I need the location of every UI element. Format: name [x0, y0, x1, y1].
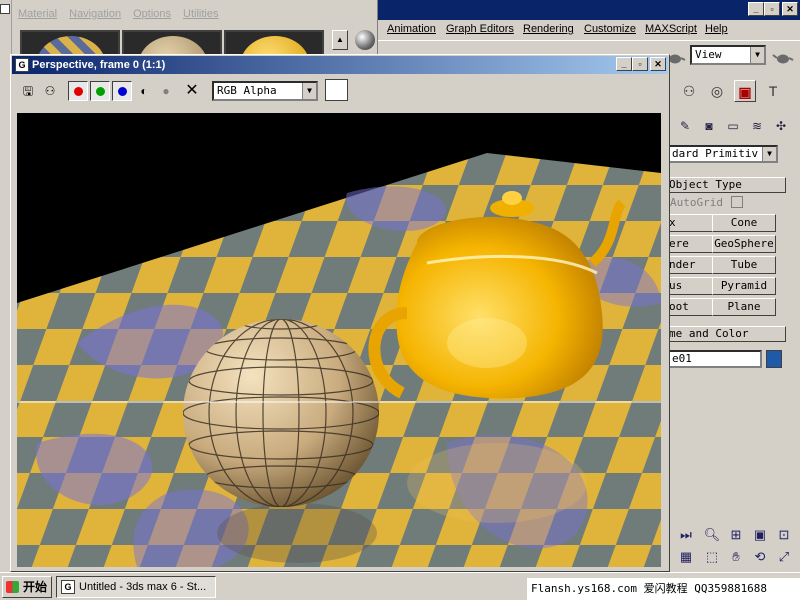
chevron-down-icon: ▼ — [750, 47, 764, 63]
menu-help[interactable]: Help — [705, 23, 728, 35]
material-slots — [20, 30, 324, 56]
slot-scroll-up-button[interactable]: ▲ — [332, 30, 348, 50]
menu-graph-editors[interactable]: Graph Editors — [446, 23, 514, 35]
menu-rendering[interactable]: Rendering — [523, 23, 574, 35]
autogrid-label: AutoGrid — [670, 196, 723, 209]
watermark-text: Flansh.ys168.com 爱闪教程 QQ359881688 — [527, 578, 800, 600]
render-window-titlebar: G Perspective, frame 0 (1:1) _ ▫ ✕ — [12, 56, 668, 74]
cameras-icon[interactable]: ◙ — [700, 118, 718, 134]
monochrome-icon[interactable]: ● — [158, 83, 174, 99]
geosphere-button[interactable]: GeoSphere — [712, 235, 776, 253]
zoom-extents-all-icon[interactable]: ⊡ — [774, 526, 794, 544]
blue-channel-button[interactable] — [112, 81, 132, 101]
green-dot-icon — [96, 87, 105, 96]
render-window-toolbar: 🖫︎ ⚇ ◐ ● ✕ RGB Alpha ▼ — [12, 75, 668, 105]
name-color-rollout-header[interactable]: me and Color — [668, 326, 786, 342]
display-channel-select[interactable]: RGB Alpha ▼ — [212, 81, 318, 101]
start-button[interactable]: 开始 — [2, 576, 52, 598]
goto-end-icon[interactable]: ⏭ — [676, 526, 696, 544]
menu-navigation[interactable]: Navigation — [69, 8, 121, 20]
reference-coordinate-value: View — [695, 48, 722, 61]
cone-button[interactable]: Cone — [712, 214, 776, 232]
plane-button[interactable]: Plane — [712, 298, 776, 316]
object-name-field[interactable]: e01 — [668, 350, 762, 368]
render-close-button[interactable]: ✕ — [650, 57, 666, 71]
render-window-title: Perspective, frame 0 (1:1) — [32, 59, 166, 71]
rendered-image — [17, 113, 661, 567]
systems-icon[interactable]: ✣ — [772, 118, 790, 134]
material-slot-3[interactable] — [224, 30, 324, 56]
red-dot-icon — [74, 87, 83, 96]
main-minimize-button[interactable]: _ — [748, 2, 764, 16]
object-color-swatch[interactable] — [766, 350, 782, 368]
chevron-down-icon: ▼ — [762, 147, 776, 161]
menu-options[interactable]: Options — [133, 8, 171, 20]
object-type-rollout-header[interactable]: Object Type — [668, 177, 786, 193]
app-icon: G — [61, 580, 75, 594]
start-label: 开始 — [23, 580, 48, 594]
lights-icon[interactable]: ▭ — [724, 118, 742, 134]
maximize-viewport-icon[interactable]: ⤢ — [774, 548, 794, 566]
primitive-category-value: dard Primitiv — [672, 147, 759, 160]
red-channel-button[interactable] — [68, 81, 88, 101]
main-restore-button[interactable]: ▫ — [764, 2, 780, 16]
teapot-quick-render-icon[interactable] — [772, 52, 794, 64]
sample-type-sphere-icon[interactable] — [355, 30, 375, 50]
blue-dot-icon — [118, 87, 127, 96]
menu-utilities[interactable]: Utilities — [183, 8, 218, 20]
material-editor-window: Material Navigation Options Utilities ▲ — [12, 0, 378, 60]
menu-customize[interactable]: Customize — [584, 23, 636, 35]
menu-maxscript[interactable]: MAXScript — [645, 23, 697, 35]
app-icon: G — [15, 58, 29, 72]
zoom-extents-icon[interactable]: ▣ — [750, 526, 770, 544]
rendered-scene — [17, 153, 661, 567]
frame-icon[interactable]: ▦ — [676, 548, 696, 566]
hierarchy-tab-icon[interactable]: ⚇ — [678, 80, 700, 102]
render-frame-window: G Perspective, frame 0 (1:1) _ ▫ ✕ 🖫︎ ⚇ … — [10, 54, 670, 572]
menu-animation[interactable]: Animation — [387, 23, 436, 35]
corner-box — [0, 4, 10, 14]
create-subcategory-icons: ✎ ◙ ▭ ≋ ✣ — [676, 118, 790, 134]
display-channel-value: RGB Alpha — [217, 84, 277, 97]
display-tab-icon[interactable]: ▣ — [734, 80, 756, 102]
arc-rotate-icon[interactable]: ⟲ — [750, 548, 770, 566]
viewport-navigation-controls: ⏭ 🔍︎ ⊞ ▣ ⊡ ▦ ⬚ ✋︎ ⟲ ⤢ — [668, 522, 800, 572]
utilities-tab-icon[interactable]: T — [762, 80, 784, 102]
command-panel-tabs: ⚇ ◎ ▣ T — [668, 80, 800, 108]
reference-coordinate-select[interactable]: View ▼ — [690, 45, 766, 65]
taskbar-item-3dsmax[interactable]: G Untitled - 3ds max 6 - St... — [56, 576, 216, 598]
spacewarps-icon[interactable]: ≋ — [748, 118, 766, 134]
main-titlebar: _ ▫ ✕ — [378, 0, 800, 20]
primitive-category-select[interactable]: dard Primitiv ▼ — [668, 145, 778, 163]
save-bitmap-icon[interactable]: 🖫︎ — [20, 83, 36, 99]
menu-material[interactable]: Material — [18, 8, 57, 20]
pan-icon[interactable]: ✋︎ — [726, 548, 746, 566]
clear-icon[interactable]: ✕ — [184, 83, 200, 99]
zoom-all-icon[interactable]: ⊞ — [726, 526, 746, 544]
motion-tab-icon[interactable]: ◎ — [706, 80, 728, 102]
command-panel: ⚇ ◎ ▣ T ✎ ◙ ▭ ≋ ✣ dard Primitiv ▼ Object … — [668, 72, 800, 572]
material-slot-1[interactable] — [20, 30, 120, 56]
helpers-icon[interactable]: ✎ — [676, 118, 694, 134]
background-color-swatch[interactable] — [325, 79, 348, 101]
taskbar-item-label: Untitled - 3ds max 6 - St... — [79, 581, 207, 593]
green-channel-button[interactable] — [90, 81, 110, 101]
alpha-channel-icon[interactable]: ◐ — [136, 83, 152, 99]
render-maximize-button[interactable]: ▫ — [632, 57, 648, 71]
chevron-down-icon: ▼ — [302, 83, 316, 99]
zoom-icon[interactable]: 🔍︎ — [702, 526, 722, 544]
windows-logo-icon — [6, 581, 19, 593]
material-slot-2[interactable] — [122, 30, 222, 56]
render-minimize-button[interactable]: _ — [616, 57, 632, 71]
clone-window-icon[interactable]: ⚇ — [42, 83, 58, 99]
main-close-button[interactable]: ✕ — [782, 2, 798, 16]
region-zoom-icon[interactable]: ⬚ — [702, 548, 722, 566]
material-editor-menubar: Material Navigation Options Utilities — [18, 8, 218, 20]
tube-button[interactable]: Tube — [712, 256, 776, 274]
pyramid-button[interactable]: Pyramid — [712, 277, 776, 295]
autogrid-checkbox[interactable] — [731, 196, 743, 208]
main-menubar: Animation Graph Editors Rendering Custom… — [378, 20, 800, 40]
